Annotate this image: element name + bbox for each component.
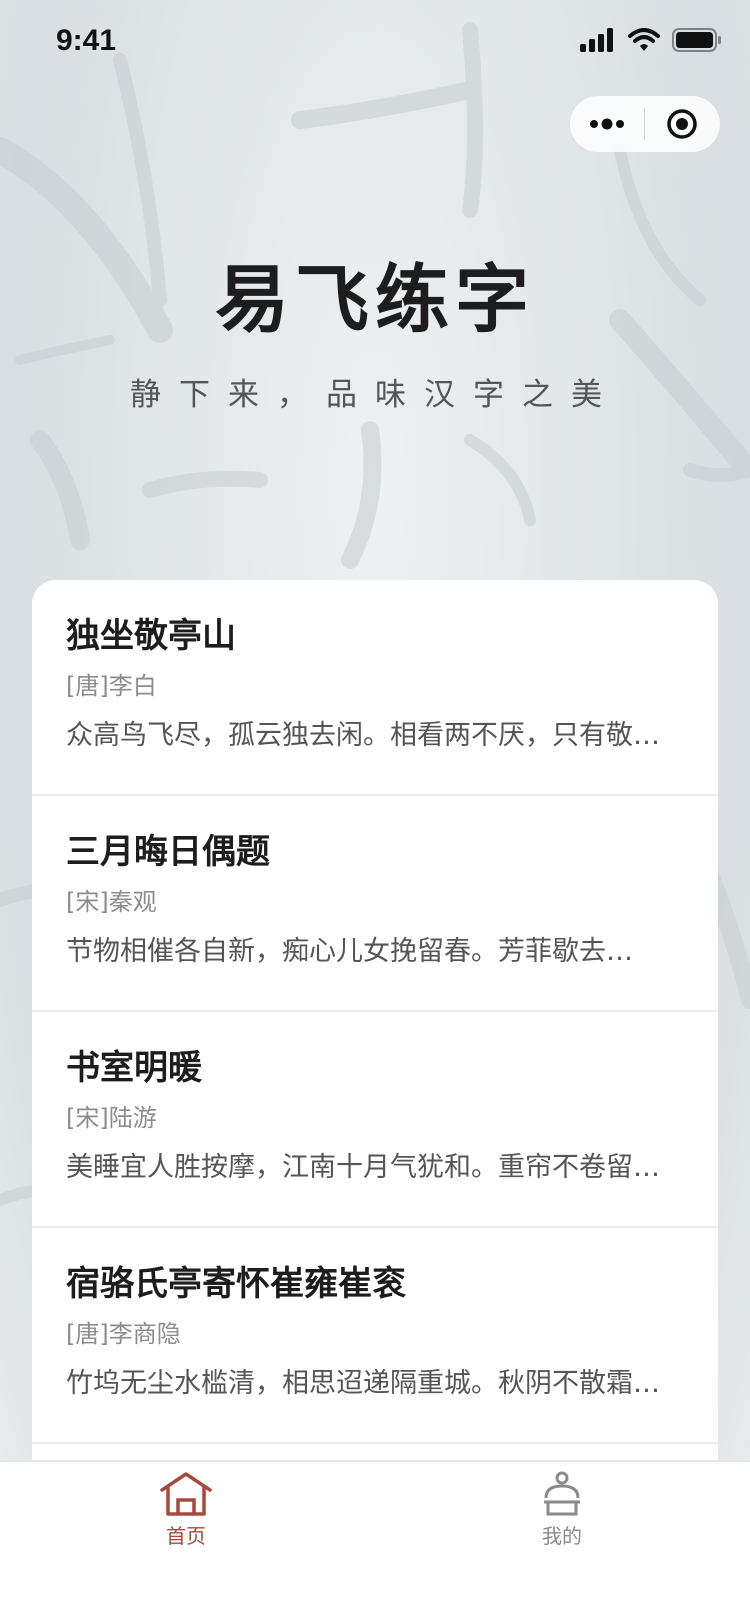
poem-title: 三月晦日偶题 (66, 832, 270, 872)
tab-home-label: 首页 (166, 1524, 206, 1548)
poem-author: [宋]秦观 (66, 888, 157, 916)
poem-card[interactable]: 三月晦日偶题 [宋]秦观 节物相催各自新，痴心儿女挽留春。芳菲歇去… (32, 796, 718, 1012)
more-dots-icon (590, 118, 624, 130)
home-icon (160, 1472, 212, 1516)
wifi-icon (628, 28, 660, 51)
more-button[interactable] (570, 96, 644, 152)
poem-author: [宋]陆游 (66, 1104, 157, 1132)
tab-mine[interactable]: 我的 (502, 1470, 622, 1570)
tab-mine-label: 我的 (542, 1524, 582, 1548)
status-time: 9:41 (56, 24, 117, 57)
poem-list: 独坐敬亭山 [唐]李白 众高鸟飞尽，孤云独去闲。相看两不厌，只有敬… 三月晦日偶… (32, 580, 718, 1460)
person-icon (544, 1471, 580, 1516)
poem-card[interactable]: 书室明暖 [宋]陆游 美睡宜人胜按摩，江南十月气犹和。重帘不卷留… (32, 1012, 718, 1228)
close-button[interactable] (645, 96, 719, 152)
tab-bar: 首页 我的 (0, 1460, 750, 1624)
tab-home[interactable]: 首页 (126, 1470, 246, 1570)
poem-title: 书室明暖 (66, 1048, 202, 1088)
poem-card[interactable]: 独坐敬亭山 [唐]李白 众高鸟飞尽，孤云独去闲。相看两不厌，只有敬… (32, 580, 718, 796)
poem-excerpt: 节物相催各自新，痴心儿女挽留春。芳菲歇去… (66, 936, 633, 967)
poem-excerpt: 众高鸟飞尽，孤云独去闲。相看两不厌，只有敬… (66, 720, 660, 751)
hero: 易飞练字 静下来，品味汉字之美 (0, 240, 750, 414)
poem-author: [唐]李商隐 (66, 1320, 181, 1348)
poem-author: [唐]李白 (66, 672, 157, 700)
poem-excerpt: 竹坞无尘水槛清，相思迢递隔重城。秋阴不散霜… (66, 1368, 660, 1399)
app-title: 易飞练字 (215, 257, 535, 343)
status-bar: 9:41 (0, 0, 750, 88)
status-icons (580, 28, 722, 52)
poem-title: 独坐敬亭山 (66, 616, 236, 656)
app-subtitle: 静下来，品味汉字之美 (130, 377, 620, 413)
poem-card[interactable]: 宿骆氏亭寄怀崔雍崔衮 [唐]李商隐 竹坞无尘水槛清，相思迢递隔重城。秋阴不散霜… (32, 1228, 718, 1444)
target-circle-icon (667, 109, 697, 139)
mini-program-capsule (570, 96, 720, 152)
signal-icon (580, 28, 613, 52)
poem-title: 宿骆氏亭寄怀崔雍崔衮 (66, 1264, 406, 1304)
battery-icon (672, 28, 721, 52)
poem-excerpt: 美睡宜人胜按摩，江南十月气犹和。重帘不卷留… (66, 1152, 660, 1183)
